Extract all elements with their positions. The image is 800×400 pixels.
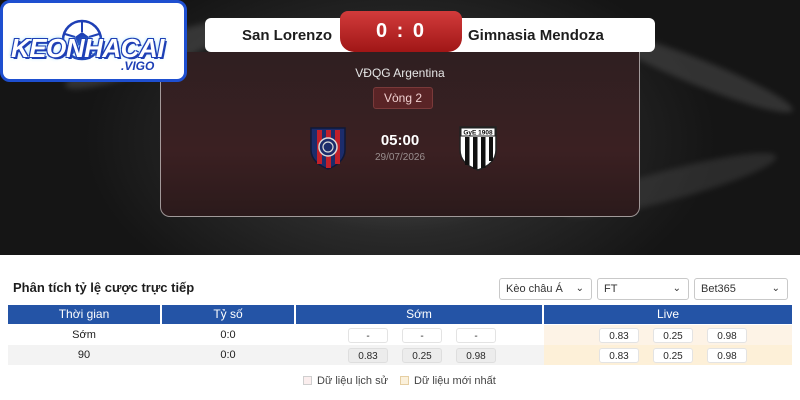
gimnasia-crest-text: GyE 1908 xyxy=(463,130,493,137)
legend-history-label: Dữ liệu lịch sử xyxy=(317,375,388,387)
kickoff-date: 29/07/2026 xyxy=(374,152,426,163)
chevron-down-icon: ⌄ xyxy=(771,283,780,294)
live-odds: 0.83 0.25 0.98 xyxy=(544,325,792,345)
odds-value[interactable]: 0.98 xyxy=(707,328,747,343)
period-select-value: FT xyxy=(604,283,618,295)
home-team-name[interactable]: San Lorenzo xyxy=(210,27,332,44)
live-odds: 0.83 0.25 0.98 xyxy=(544,345,792,365)
chevron-down-icon: ⌄ xyxy=(575,283,584,294)
section-title: Phân tích tỷ lệ cược trực tiếp xyxy=(13,280,195,295)
live-odds-section: Phân tích tỷ lệ cược trực tiếp Kèo châu … xyxy=(8,268,792,394)
row-score: 0:0 xyxy=(220,329,236,341)
score-display: 0 : 0 xyxy=(340,11,462,52)
period-select[interactable]: FT ⌄ xyxy=(597,278,689,300)
odds-value[interactable]: - xyxy=(348,328,388,343)
odds-value[interactable]: 0.83 xyxy=(348,348,388,363)
league-name[interactable]: VĐQG Argentina xyxy=(161,66,639,80)
chevron-down-icon: ⌄ xyxy=(672,283,681,294)
gimnasia-mendoza-crest-icon[interactable]: GyE 1908 xyxy=(453,122,503,172)
kickoff-time: 05:00 xyxy=(380,132,420,149)
logo-domain: .VIGO xyxy=(121,59,155,73)
market-select-value: Kèo châu Á xyxy=(506,283,563,295)
legend-latest-swatch xyxy=(400,376,409,385)
legend-latest-label: Dữ liệu mới nhất xyxy=(414,375,496,387)
away-team-name[interactable]: Gimnasia Mendoza xyxy=(468,27,648,44)
odds-value[interactable]: 0.83 xyxy=(599,348,639,363)
column-header-live: Live xyxy=(544,305,792,324)
row-time: Sớm xyxy=(72,329,96,341)
column-header-score: Tỷ số xyxy=(162,305,294,324)
odds-value[interactable]: - xyxy=(456,328,496,343)
early-odds: 0.83 0.25 0.98 xyxy=(296,345,542,365)
row-time: 90 xyxy=(77,349,91,361)
early-odds: - - - xyxy=(296,325,542,345)
market-select[interactable]: Kèo châu Á ⌄ xyxy=(499,278,592,300)
odds-value[interactable]: 0.83 xyxy=(599,328,639,343)
column-header-early: Sớm xyxy=(296,305,542,324)
odds-value[interactable]: 0.25 xyxy=(653,328,693,343)
match-header: San Lorenzo Gimnasia Mendoza 0 : 0 VĐQG … xyxy=(0,0,800,255)
bookmaker-select[interactable]: Bet365 ⌄ xyxy=(694,278,788,300)
odds-value[interactable]: 0.98 xyxy=(456,348,496,363)
legend-history: Dữ liệu lịch sử xyxy=(303,375,388,387)
table-row: 90 0:0 0.83 0.25 0.98 0.83 0.25 0.98 xyxy=(8,345,792,365)
legend-history-swatch xyxy=(303,376,312,385)
round-badge: Vòng 2 xyxy=(373,87,433,109)
row-score: 0:0 xyxy=(220,349,236,361)
table-row: Sớm 0:0 - - - 0.83 0.25 0.98 xyxy=(8,325,792,345)
site-logo[interactable]: KEONHACAI .VIGO xyxy=(0,0,187,82)
odds-value[interactable]: 0.25 xyxy=(402,348,442,363)
odds-value[interactable]: - xyxy=(402,328,442,343)
odds-value[interactable]: 0.98 xyxy=(707,348,747,363)
match-info-panel: VĐQG Argentina Vòng 2 05:00 29/07/2026 G… xyxy=(160,52,640,217)
legend-latest: Dữ liệu mới nhất xyxy=(400,375,496,387)
column-header-time: Thời gian xyxy=(8,305,160,324)
bookmaker-select-value: Bet365 xyxy=(701,283,736,295)
odds-value[interactable]: 0.25 xyxy=(653,348,693,363)
